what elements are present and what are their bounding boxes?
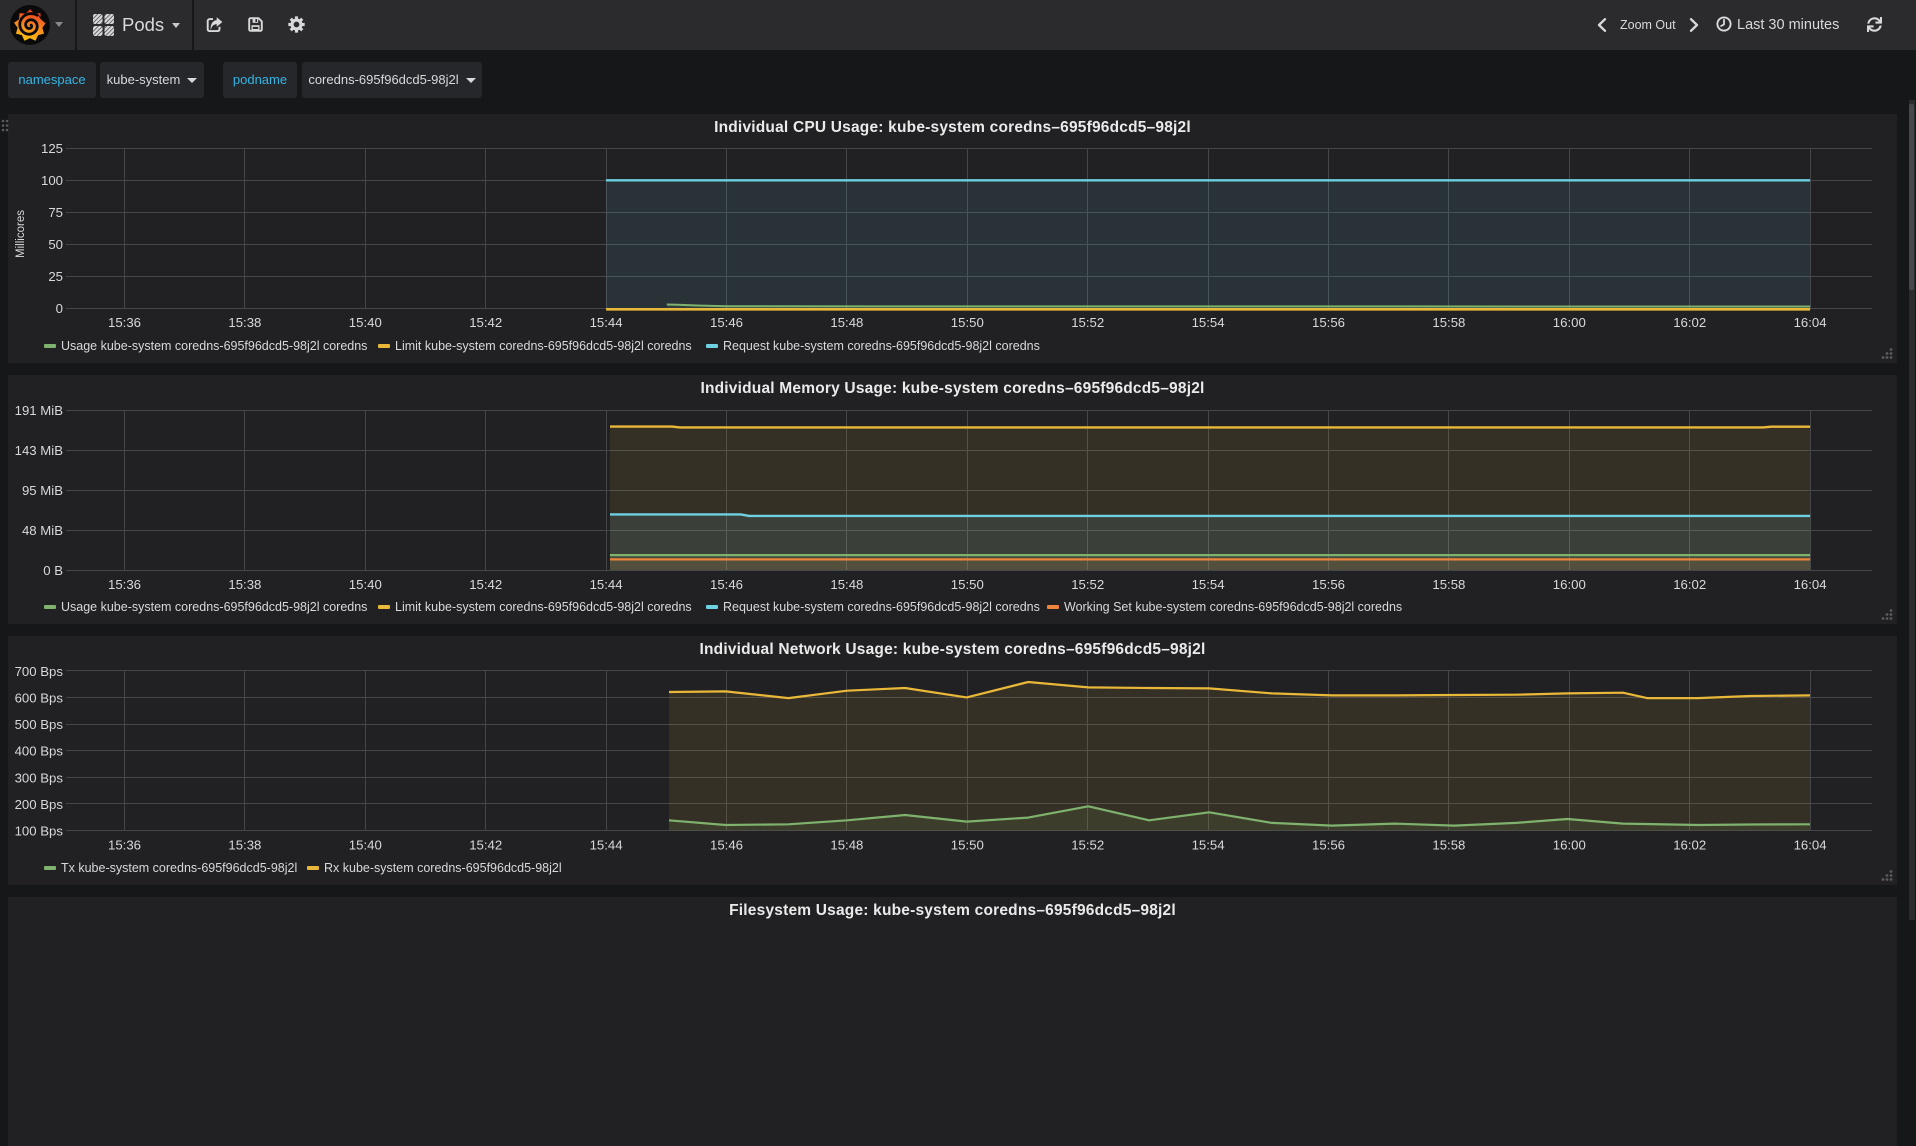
svg-text:100: 100 [41,173,63,188]
svg-text:15:58: 15:58 [1432,837,1465,852]
svg-text:16:02: 16:02 [1673,577,1706,592]
svg-text:15:40: 15:40 [349,577,382,592]
svg-text:15:54: 15:54 [1192,577,1225,592]
svg-text:15:52: 15:52 [1071,837,1104,852]
svg-text:300 Bps: 300 Bps [15,770,64,785]
svg-text:15:40: 15:40 [349,837,382,852]
svg-text:15:42: 15:42 [469,837,502,852]
svg-text:191 MiB: 191 MiB [15,403,64,418]
svg-text:0 B: 0 B [43,563,63,578]
svg-text:15:36: 15:36 [108,315,141,330]
svg-text:16:02: 16:02 [1673,837,1706,852]
svg-text:15:44: 15:44 [590,315,623,330]
svg-text:15:56: 15:56 [1312,577,1345,592]
svg-text:15:50: 15:50 [951,837,984,852]
svg-text:200 Bps: 200 Bps [15,797,64,812]
svg-text:Millicores: Millicores [15,210,27,258]
svg-text:16:04: 16:04 [1794,577,1827,592]
svg-text:15:50: 15:50 [951,577,984,592]
svg-text:15:54: 15:54 [1192,315,1225,330]
svg-text:700 Bps: 700 Bps [15,664,64,679]
svg-text:0: 0 [56,301,63,316]
svg-text:15:46: 15:46 [710,837,743,852]
svg-text:400 Bps: 400 Bps [15,744,64,759]
svg-text:15:46: 15:46 [710,577,743,592]
svg-text:125: 125 [41,141,63,156]
svg-text:16:00: 16:00 [1553,577,1586,592]
svg-text:16:00: 16:00 [1553,315,1586,330]
svg-text:15:48: 15:48 [830,577,863,592]
svg-text:75: 75 [48,205,63,220]
svg-text:15:58: 15:58 [1432,315,1465,330]
svg-text:16:02: 16:02 [1673,315,1706,330]
svg-text:600 Bps: 600 Bps [15,691,64,706]
svg-text:48 MiB: 48 MiB [22,523,63,538]
svg-text:15:48: 15:48 [830,315,863,330]
svg-text:143 MiB: 143 MiB [15,443,64,458]
svg-text:15:58: 15:58 [1432,577,1465,592]
svg-text:15:36: 15:36 [108,577,141,592]
svg-text:15:54: 15:54 [1192,837,1225,852]
svg-text:50: 50 [48,237,63,252]
svg-text:15:48: 15:48 [830,837,863,852]
svg-text:15:44: 15:44 [590,577,623,592]
svg-text:16:04: 16:04 [1794,315,1827,330]
svg-text:15:44: 15:44 [590,837,623,852]
svg-text:500 Bps: 500 Bps [15,717,64,732]
svg-text:15:46: 15:46 [710,315,743,330]
svg-text:15:52: 15:52 [1071,577,1104,592]
svg-text:16:00: 16:00 [1553,837,1586,852]
svg-text:15:50: 15:50 [951,315,984,330]
svg-text:25: 25 [48,269,63,284]
svg-text:95 MiB: 95 MiB [22,483,63,498]
svg-text:15:38: 15:38 [228,577,261,592]
svg-text:15:42: 15:42 [469,577,502,592]
svg-text:15:38: 15:38 [228,837,261,852]
svg-text:15:40: 15:40 [349,315,382,330]
svg-text:15:52: 15:52 [1071,315,1104,330]
svg-text:15:42: 15:42 [469,315,502,330]
svg-text:15:36: 15:36 [108,837,141,852]
svg-text:15:56: 15:56 [1312,315,1345,330]
svg-text:15:38: 15:38 [228,315,261,330]
svg-text:100 Bps: 100 Bps [15,823,64,838]
svg-text:15:56: 15:56 [1312,837,1345,852]
svg-text:16:04: 16:04 [1794,837,1827,852]
